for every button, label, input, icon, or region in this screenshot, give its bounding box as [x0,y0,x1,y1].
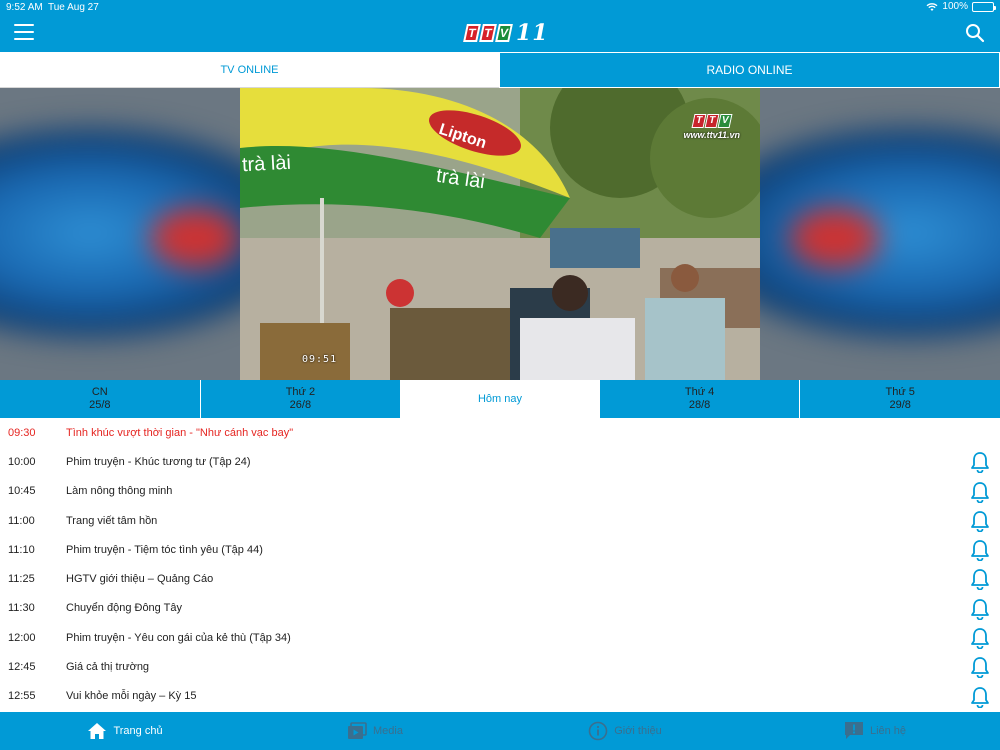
home-icon [88,723,107,739]
schedule-row[interactable]: 10:45 Làm nông thông minh [0,477,1000,506]
program-time: 09:30 [8,426,36,439]
hamburger-icon[interactable] [14,23,34,41]
bell-icon[interactable] [970,481,990,503]
nav-media[interactable]: Media [250,712,500,750]
source-tabs: TV ONLINE RADIO ONLINE [0,52,1000,88]
program-time: 10:00 [8,455,36,468]
status-bar: 9:52 AM Tue Aug 27 100% [0,0,1000,16]
day-tab-monday[interactable]: Thứ 2 26/8 [199,380,401,418]
day-date: 29/8 [889,399,911,411]
day-tab-thursday[interactable]: Thứ 5 29/8 [799,380,1000,418]
program-title: Trang viết tâm hồn [66,514,158,527]
video-frame [240,88,760,380]
tab-tv-online[interactable]: TV ONLINE [0,52,499,88]
program-title: Giá cả thị trường [66,661,150,674]
day-date: 25/8 [89,399,111,411]
video-timestamp: 09:51 [302,354,338,365]
day-tabs: CN 25/8 Thứ 2 26/8 Hôm nay Thứ 4 28/8 Th… [0,380,1000,418]
program-title: Phim truyện - Khúc tương tư (Tập 24) [66,455,251,468]
logo-letter: T [463,24,481,42]
program-time: 11:30 [8,602,35,615]
bell-icon[interactable] [970,686,990,709]
watermark-letter: V [717,114,733,128]
program-title: Phim truyện - Yêu con gái của kẻ thù (Tậ… [66,631,291,644]
schedule-row[interactable]: 11:10 Phim truyện - Tiệm tóc tình yêu (T… [0,535,1000,564]
video-player[interactable]: T T V www.ttv11.vn Lipton trà lài trà là… [240,88,760,380]
nav-contact[interactable]: Liên hệ [750,712,1000,750]
program-time: 11:10 [8,543,35,556]
day-tab-today[interactable]: Hôm nay [400,380,600,418]
program-time: 12:45 [8,661,36,674]
status-time: 9:52 AM [6,2,43,13]
media-icon [348,722,367,739]
info-icon [588,721,608,741]
video-area: T T V www.ttv11.vn Lipton trà lài trà là… [0,88,1000,380]
wifi-icon [926,2,938,11]
day-date: 28/8 [688,399,711,411]
battery-percent: 100% [942,1,968,12]
logo-letter: T [479,24,497,42]
schedule-row[interactable]: 12:45 Giá cả thị trường [0,652,1000,681]
program-title: Vui khỏe mỗi ngày – Kỳ 15 [66,690,197,703]
schedule-row[interactable]: 11:30 Chuyển động Đông Tây [0,594,1000,623]
program-time: 12:00 [8,631,36,644]
day-tab-sunday[interactable]: CN 25/8 [0,380,200,418]
bell-icon[interactable] [970,627,990,650]
schedule-row[interactable]: 12:00 Phim truyện - Yêu con gái của kẻ t… [0,623,1000,652]
program-title: Chuyển động Đông Tây [66,602,182,615]
channel-watermark: T T V www.ttv11.vn [683,114,740,140]
program-title: Tình khúc vượt thời gian - "Như cánh vạc… [66,426,294,439]
bell-icon[interactable] [970,510,990,533]
schedule-row[interactable]: 12:55 Vui khỏe mỗi ngày – Kỳ 15 [0,682,1000,711]
battery-icon [972,1,996,12]
app-logo: T T V 11 [463,20,549,46]
program-time: 12:55 [8,690,36,703]
nav-about[interactable]: Giới thiệu [500,712,750,750]
bottom-navigation: Trang chủ Media Giới thiệu Liên hệ [0,712,1000,750]
day-date: 26/8 [289,399,312,411]
schedule-row-live[interactable]: 09:30 Tình khúc vượt thời gian - "Như cá… [0,418,1000,447]
day-tab-wednesday[interactable]: Thứ 4 28/8 [599,380,800,418]
logo-number: 11 [516,20,549,46]
nav-label: Media [373,725,403,737]
program-title: Phim truyện - Tiệm tóc tình yêu (Tập 44) [66,543,263,556]
day-name: Hôm nay [477,392,522,405]
app-header: 9:52 AM Tue Aug 27 100% T T V 11 [0,0,1000,52]
contact-icon [844,722,863,739]
bell-icon[interactable] [970,656,990,679]
day-name: Thứ 5 [885,386,915,398]
program-time: 10:45 [8,485,36,498]
program-title: HGTV giới thiệu – Quảng Cáo [66,573,214,586]
day-name: Thứ 4 [684,386,715,398]
schedule-row[interactable]: 11:00 Trang viết tâm hồn [0,506,1000,535]
program-time: 11:25 [8,573,35,586]
tab-radio-online[interactable]: RADIO ONLINE [499,52,1000,88]
bell-icon[interactable] [970,451,990,474]
logo-letter: V [495,24,513,42]
program-schedule: 09:30 Tình khúc vượt thời gian - "Như cá… [0,418,1000,712]
day-name: Thứ 2 [285,386,316,398]
schedule-row[interactable]: 10:00 Phim truyện - Khúc tương tư (Tập 2… [0,447,1000,476]
search-icon[interactable] [965,23,985,43]
status-date: Tue Aug 27 [48,2,99,13]
day-name: CN [91,386,108,398]
bell-icon[interactable] [970,539,990,562]
nav-home[interactable]: Trang chủ [0,712,250,750]
bell-icon[interactable] [970,568,990,591]
program-title: Làm nông thông minh [66,485,173,498]
nav-label: Liên hệ [869,725,907,737]
status-right: 100% [926,1,996,12]
program-time: 11:00 [8,514,35,527]
umbrella-text: trà lài [241,151,292,177]
schedule-row[interactable]: 11:25 HGTV giới thiệu – Quảng Cáo [0,564,1000,593]
channel-url: www.ttv11.vn [683,130,740,140]
nav-label: Giới thiệu [614,725,662,737]
bell-icon[interactable] [970,598,990,621]
nav-label: Trang chủ [113,725,163,737]
